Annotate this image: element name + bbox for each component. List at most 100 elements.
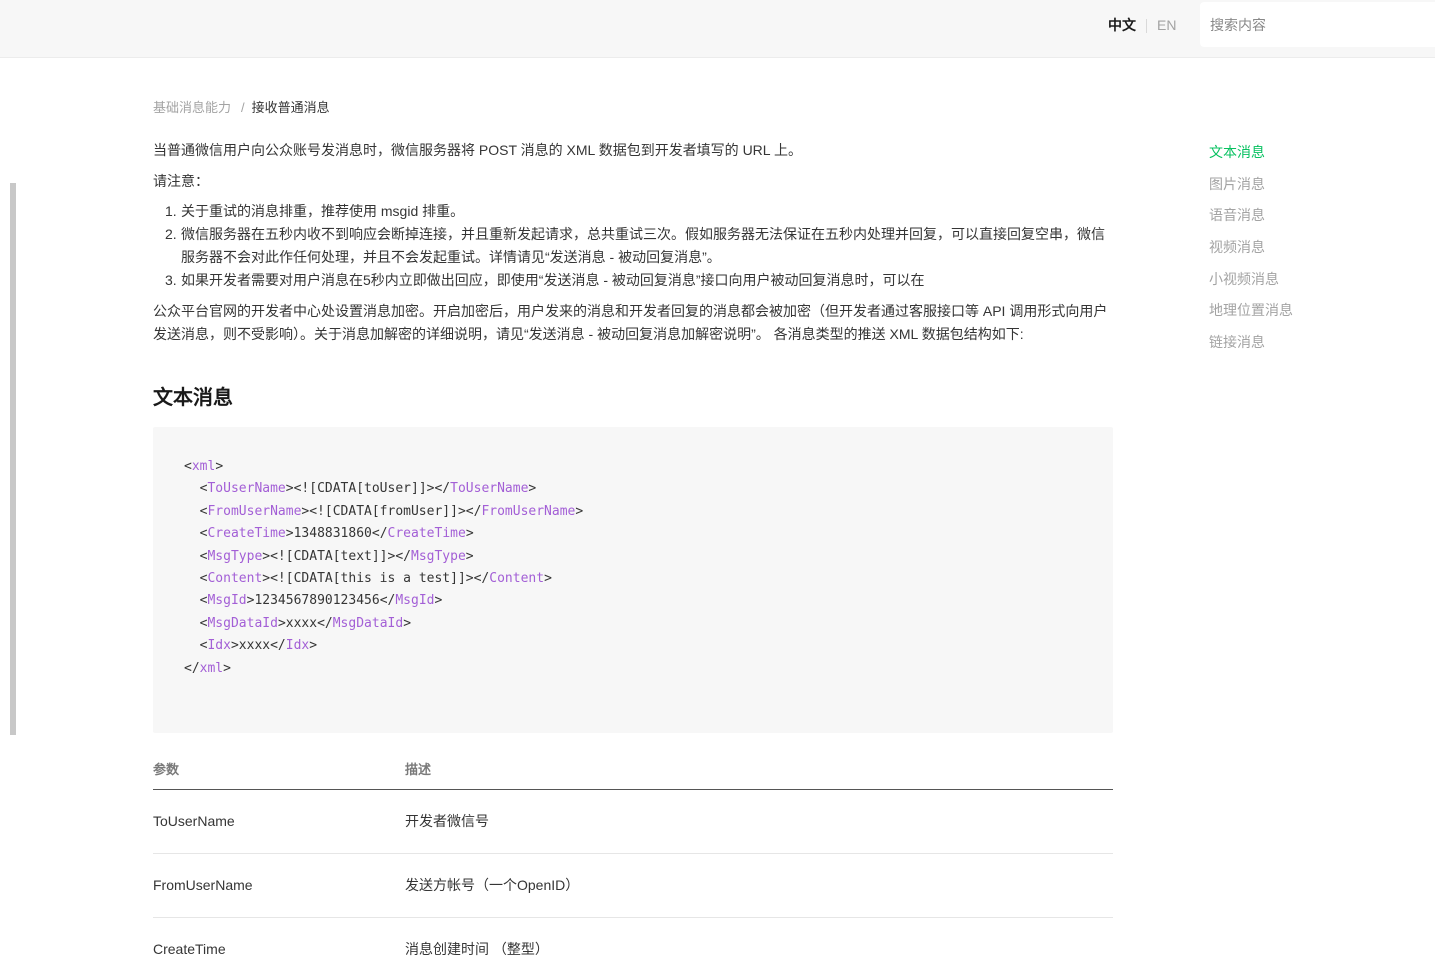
code-punctuation: </ <box>270 638 286 654</box>
list-item: 1. 关于重试的消息排重，推荐使用 msgid 排重。 <box>165 200 1113 223</box>
code-line: <CreateTime>1348831860</CreateTime> <box>184 523 1082 545</box>
toc-item-location[interactable]: 地理位置消息 <box>1209 301 1293 333</box>
breadcrumb: 基础消息能力 / 接收普通消息 <box>153 100 330 116</box>
code-punctuation: </ <box>371 526 388 542</box>
breadcrumb-parent-link[interactable]: 基础消息能力 <box>153 100 231 115</box>
code-punctuation: > <box>575 503 584 519</box>
code-punctuation: > <box>215 459 224 474</box>
list-item-number: 1. <box>165 203 177 219</box>
list-item: 3. 如果开发者需要对用户消息在5秒内立即做出回应，即使用“发送消息 - 被动回复… <box>165 269 1113 292</box>
toc-item-video[interactable]: 视频消息 <box>1209 238 1293 270</box>
code-tag: xml <box>191 459 216 474</box>
notice-heading: 请注意： <box>153 173 209 189</box>
table-header-desc: 描述 <box>405 762 432 777</box>
lang-separator <box>1146 19 1147 33</box>
code-block: <xml> <ToUserName><![CDATA[toUser]]></To… <box>153 427 1113 733</box>
intro-paragraph: 当普通微信用户向公众账号发消息时，微信服务器将 POST 消息的 XML 数据包… <box>153 142 802 158</box>
code-tag: MsgDataId <box>207 615 278 631</box>
lang-zh-link[interactable]: 中文 <box>1108 16 1136 34</box>
lang-en-link[interactable]: EN <box>1157 16 1176 34</box>
top-bar: 中文 EN <box>0 0 1435 58</box>
code-line: <Idx>xxxx</Idx> <box>184 635 1082 657</box>
toc-nav: 文本消息 图片消息 语音消息 视频消息 小视频消息 地理位置消息 链接消息 <box>1209 143 1293 365</box>
code-punctuation: </ <box>379 593 396 609</box>
code-tag: CreateTime <box>387 526 466 542</box>
list-item-number: 3. <box>165 272 177 288</box>
section-title: 文本消息 <box>153 387 233 409</box>
list-item-text: 微信服务器在五秒内收不到响应会断掉连接，并且重新发起请求，总共重试三次。假如服务… <box>181 226 1105 265</box>
list-item-text: 如果开发者需要对用户消息在5秒内立即做出回应，即使用“发送消息 - 被动回复消息… <box>181 272 925 288</box>
code-punctuation: > <box>223 660 231 676</box>
breadcrumb-separator: / <box>241 100 245 115</box>
code-tag: ToUserName <box>207 481 286 497</box>
code-punctuation: > <box>465 526 474 542</box>
code-line: </xml> <box>184 658 1082 680</box>
code-line: <MsgDataId>xxxx</MsgDataId> <box>184 613 1082 635</box>
code-line: <FromUserName><![CDATA[fromUser]]></From… <box>184 501 1082 523</box>
code-punctuation: > <box>285 481 294 497</box>
code-value: 1348831860 <box>293 526 372 542</box>
code-punctuation: </ <box>434 481 451 497</box>
breadcrumb-current: 接收普通消息 <box>251 100 330 115</box>
code-value: xxxx <box>238 638 271 654</box>
code-punctuation: / <box>191 660 200 676</box>
code-line: <MsgType><![CDATA[text]]></MsgType> <box>184 546 1082 568</box>
encryption-paragraph: 公众平台官网的开发者中心处设置消息加密。开启加密后，用户发来的消息和开发者回复的… <box>153 303 1108 342</box>
code-punctuation: > <box>277 615 286 631</box>
code-punctuation: > <box>262 570 271 586</box>
code-tag: MsgId <box>207 593 247 609</box>
code-punctuation: </ <box>465 503 482 519</box>
code-punctuation: > <box>465 548 474 564</box>
sidebar-scrollbar[interactable] <box>10 183 16 735</box>
code-punctuation: </ <box>395 548 411 564</box>
code-punctuation: > <box>528 481 537 497</box>
code-punctuation: < <box>184 459 192 474</box>
code-value: 1234567890123456 <box>254 593 380 609</box>
table-cell-param: FromUserName <box>153 877 253 893</box>
code-punctuation: > <box>544 570 552 586</box>
code-line: <MsgId>1234567890123456</MsgId> <box>184 590 1082 612</box>
toc-item-link[interactable]: 链接消息 <box>1209 333 1293 365</box>
code-line: <xml> <box>184 456 1082 478</box>
code-tag: MsgDataId <box>332 615 404 631</box>
toc-item-text[interactable]: 文本消息 <box>1209 143 1293 175</box>
code-value: xxxx <box>285 615 318 631</box>
code-tag: Content <box>489 570 545 586</box>
code-line: <Content><![CDATA[this is a test]]></Con… <box>184 568 1082 590</box>
code-value: <![CDATA[toUser]]> <box>293 481 435 497</box>
table-row: ToUserName 开发者微信号 <box>153 790 1113 854</box>
code-punctuation: > <box>434 593 443 609</box>
code-tag: Idx <box>285 638 310 654</box>
toc-item-shortvideo[interactable]: 小视频消息 <box>1209 270 1293 302</box>
code-tag: CreateTime <box>207 526 286 542</box>
code-tag: MsgType <box>207 548 263 564</box>
table-header: 参数 描述 <box>153 750 1113 790</box>
list-item-text: 关于重试的消息排重，推荐使用 msgid 排重。 <box>181 203 465 219</box>
code-line: <ToUserName><![CDATA[toUser]]></ToUserNa… <box>184 478 1082 500</box>
table-cell-desc: 发送方帐号（一个OpenID） <box>405 877 580 893</box>
table-row: FromUserName 发送方帐号（一个OpenID） <box>153 854 1113 918</box>
code-punctuation: </ <box>473 570 490 586</box>
code-value: <![CDATA[text]]> <box>270 548 396 564</box>
code-value: <![CDATA[fromUser]]> <box>309 503 466 519</box>
code-punctuation: > <box>309 638 318 654</box>
code-punctuation: </ <box>317 615 333 631</box>
code-tag: FromUserName <box>207 503 302 519</box>
table-header-param: 参数 <box>153 762 180 777</box>
notice-list: 1. 关于重试的消息排重，推荐使用 msgid 排重。 2. 微信服务器在五秒内收不… <box>153 200 1113 292</box>
table-cell-param: CreateTime <box>153 941 226 957</box>
search-input[interactable] <box>1200 2 1435 47</box>
code-tag: MsgId <box>395 593 435 609</box>
toc-item-image[interactable]: 图片消息 <box>1209 175 1293 207</box>
param-table: 参数 描述 ToUserName 开发者微信号 FromUserName 发送方… <box>153 750 1113 960</box>
table-cell-desc: 消息创建时间 （整型） <box>405 941 549 957</box>
code-tag: xml <box>199 660 224 676</box>
table-row: CreateTime 消息创建时间 （整型） <box>153 918 1113 960</box>
intro-content: 当普通微信用户向公众账号发消息时，微信服务器将 POST 消息的 XML 数据包… <box>153 139 1113 346</box>
list-item: 2. 微信服务器在五秒内收不到响应会断掉连接，并且重新发起请求，总共重试三次。假如… <box>165 223 1113 269</box>
code-punctuation: < <box>184 660 192 676</box>
code-punctuation: > <box>230 638 239 654</box>
code-value: <![CDATA[this is a test]]> <box>270 570 474 586</box>
toc-item-voice[interactable]: 语音消息 <box>1209 206 1293 238</box>
code-punctuation: > <box>285 526 294 542</box>
